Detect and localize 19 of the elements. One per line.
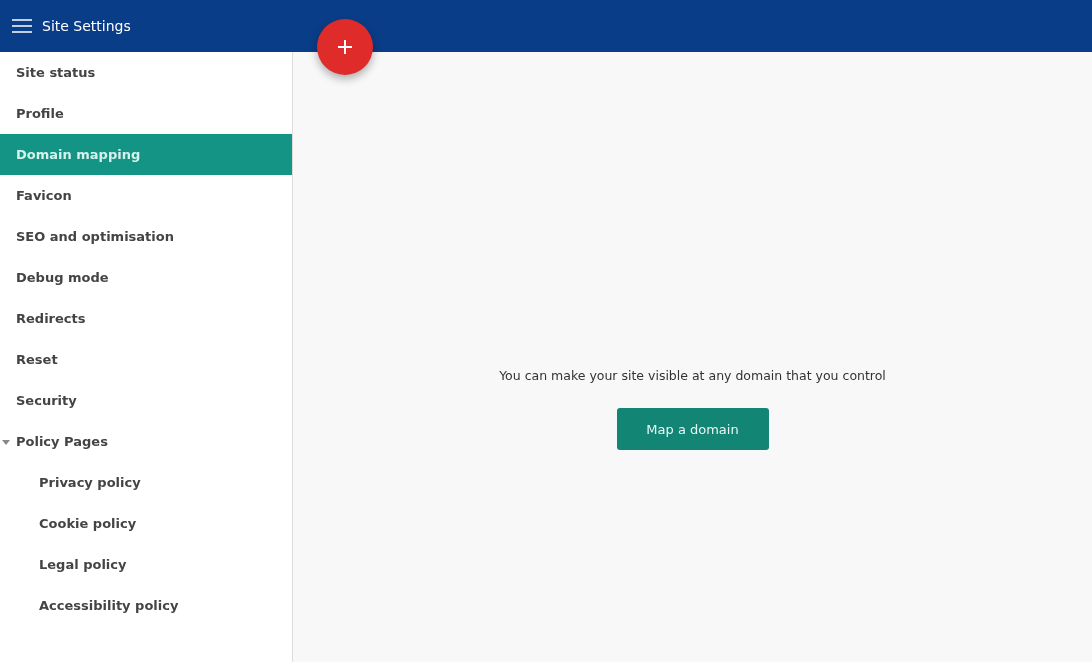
sidebar-item[interactable]: Profile	[0, 93, 292, 134]
caret-icon[interactable]	[2, 440, 10, 445]
sidebar-item[interactable]: Redirects	[0, 298, 292, 339]
sidebar-item[interactable]: Security	[0, 380, 292, 421]
sidebar-subitem[interactable]: Legal policy	[0, 544, 292, 585]
sidebar-item[interactable]: Policy Pages	[0, 421, 292, 462]
plus-icon	[337, 39, 353, 55]
sidebar-subitem[interactable]: Cookie policy	[0, 503, 292, 544]
header-title: Site Settings	[42, 18, 131, 34]
sidebar-item[interactable]: Debug mode	[0, 257, 292, 298]
sidebar-item[interactable]: SEO and optimisation	[0, 216, 292, 257]
info-message: You can make your site visible at any domain that you control	[499, 368, 886, 383]
sidebar-subitem[interactable]: Privacy policy	[0, 462, 292, 503]
menu-icon[interactable]	[12, 19, 32, 33]
sidebar-subitem[interactable]: Accessibility policy	[0, 585, 292, 626]
sidebar-item[interactable]: Favicon	[0, 175, 292, 216]
sidebar-item[interactable]: Site status	[0, 52, 292, 93]
sidebar-item[interactable]: Reset	[0, 339, 292, 380]
map-domain-button[interactable]: Map a domain	[616, 408, 769, 450]
